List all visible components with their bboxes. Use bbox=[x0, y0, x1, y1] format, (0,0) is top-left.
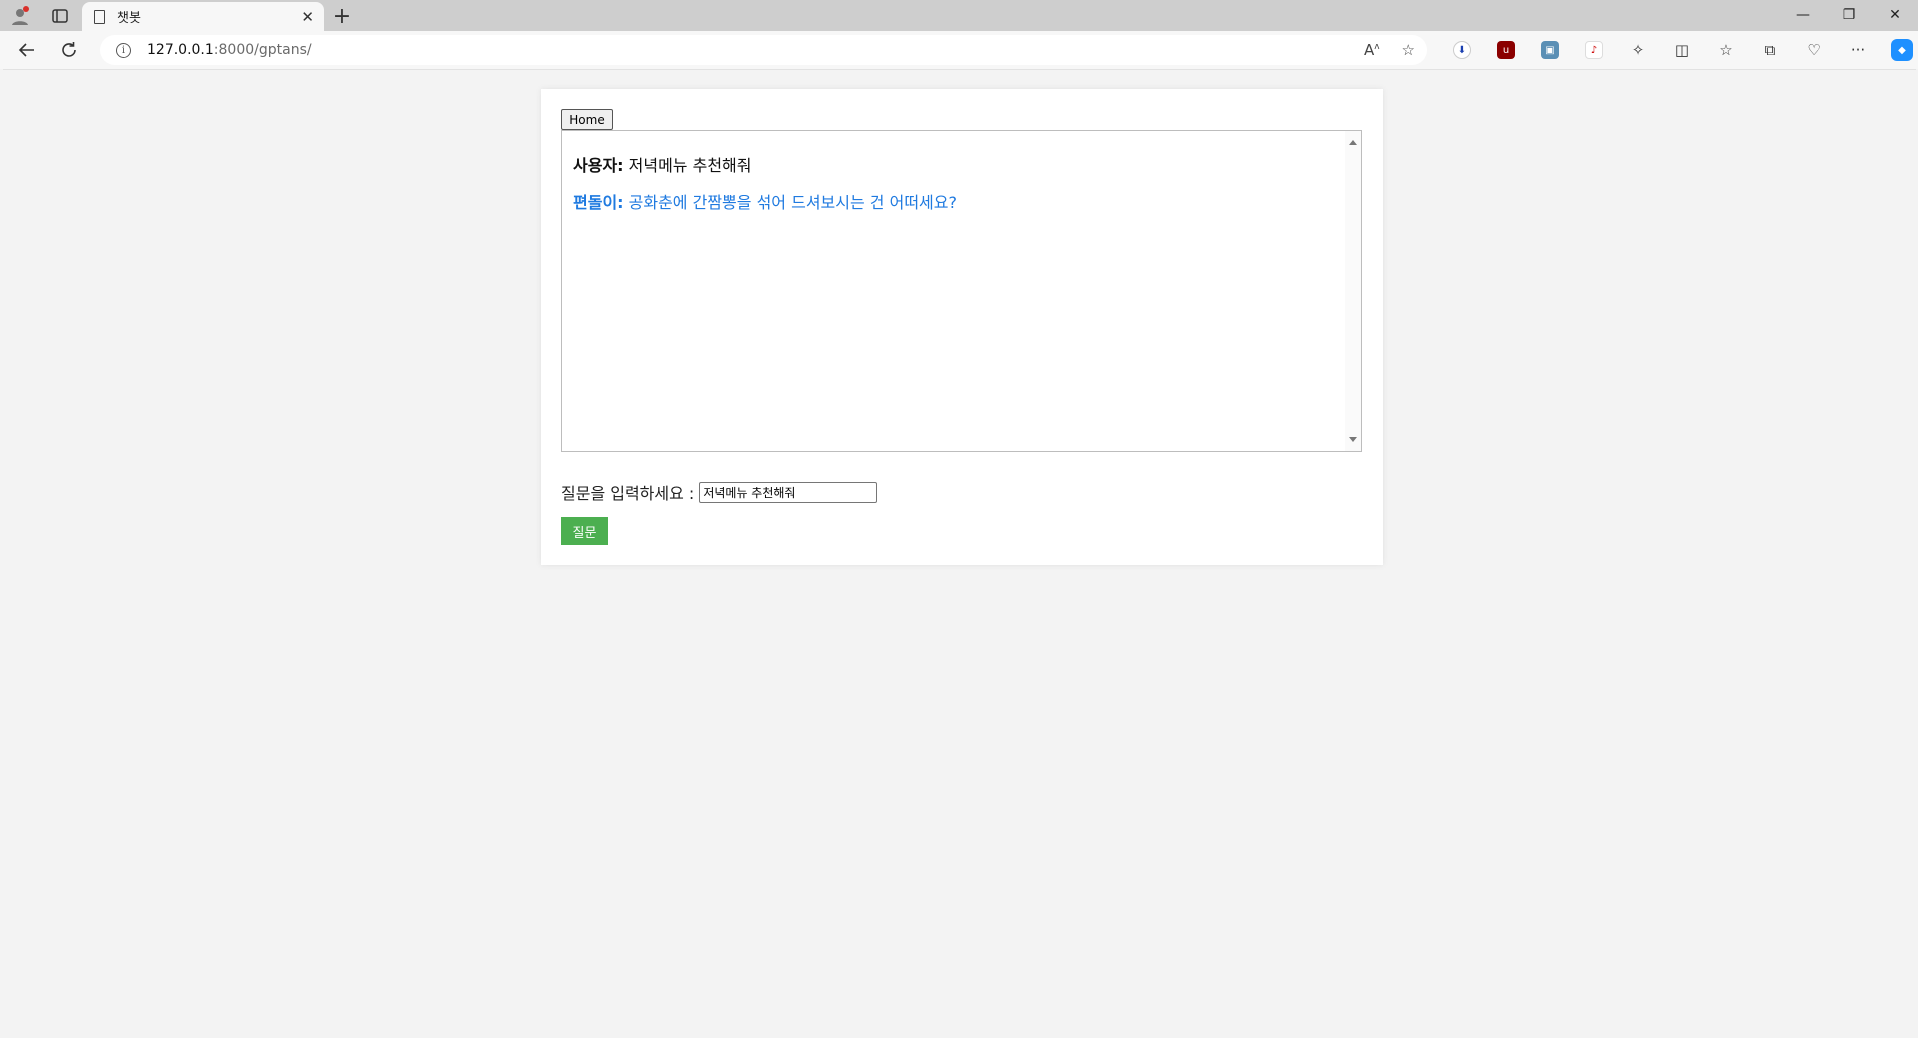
browser-essentials-icon[interactable]: ♡ bbox=[1792, 31, 1836, 69]
message-speaker: 편돌이: bbox=[573, 193, 624, 212]
copilot-icon[interactable]: ◆ bbox=[1880, 31, 1918, 69]
read-aloud-icon[interactable]: Aʌ bbox=[1364, 41, 1380, 59]
bot-message: 편돌이: 공화춘에 간짬뽕을 섞어 드셔보시는 건 어떠세요? bbox=[573, 193, 1341, 213]
settings-more-icon[interactable]: ··· bbox=[1836, 31, 1880, 69]
scroll-down-icon[interactable] bbox=[1349, 437, 1357, 442]
tab-actions-icon[interactable] bbox=[40, 0, 80, 31]
tab-strip: 챗봇 ✕ + — ❐ ✕ bbox=[0, 0, 1918, 31]
new-tab-button[interactable]: + bbox=[324, 2, 360, 31]
address-bar[interactable]: i 127.0.0.1:8000/gptans/ Aʌ ☆ bbox=[100, 35, 1427, 65]
chat-log[interactable]: 사용자: 저녁메뉴 추천해줘편돌이: 공화춘에 간짬뽕을 섞어 드셔보시는 건 … bbox=[561, 130, 1362, 452]
message-speaker: 사용자: bbox=[573, 156, 624, 175]
browser-toolbar: i 127.0.0.1:8000/gptans/ Aʌ ☆ ⬇ u ▣ ♪ ✧ … bbox=[0, 31, 1918, 69]
reload-icon[interactable] bbox=[48, 31, 90, 69]
site-info-icon[interactable]: i bbox=[116, 42, 131, 58]
message-text: 저녁메뉴 추천해줘 bbox=[623, 156, 752, 175]
ask-button[interactable]: 질문 bbox=[561, 517, 608, 545]
extensions-puzzle-icon[interactable]: ✧ bbox=[1616, 31, 1660, 69]
question-input[interactable] bbox=[699, 481, 878, 503]
tab-title: 챗봇 bbox=[117, 11, 141, 26]
user-message: 사용자: 저녁메뉴 추천해줘 bbox=[573, 156, 1341, 176]
page-viewport: Home 사용자: 저녁메뉴 추천해줘편돌이: 공화춘에 간짬뽕을 섞어 드셔보… bbox=[3, 69, 1916, 1035]
question-row: 질문을 입력하세요 : bbox=[561, 480, 878, 504]
favorites-icon[interactable]: ☆ bbox=[1704, 31, 1748, 69]
chat-scrollbar[interactable] bbox=[1345, 131, 1361, 451]
extensions-bar: ⬇ u ▣ ♪ ✧ ◫ ☆ ⧉ ♡ ··· ◆ bbox=[1440, 31, 1918, 69]
profile-avatar-icon[interactable] bbox=[0, 0, 40, 31]
question-label: 질문을 입력하세요 : bbox=[561, 484, 695, 503]
window-close-icon[interactable]: ✕ bbox=[1872, 0, 1918, 29]
message-list: 사용자: 저녁메뉴 추천해줘편돌이: 공화춘에 간짬뽕을 섞어 드셔보시는 건 … bbox=[573, 156, 1341, 230]
collections-icon[interactable]: ⧉ bbox=[1748, 31, 1792, 69]
restore-icon[interactable]: ❐ bbox=[1826, 0, 1872, 29]
scroll-up-icon[interactable] bbox=[1349, 140, 1357, 145]
url-text: 127.0.0.1:8000/gptans/ bbox=[147, 42, 312, 58]
split-screen-icon[interactable]: ◫ bbox=[1660, 31, 1704, 69]
minimize-icon[interactable]: — bbox=[1780, 0, 1826, 29]
ublock-icon[interactable]: u bbox=[1484, 31, 1528, 69]
chat-container: Home 사용자: 저녁메뉴 추천해줘편돌이: 공화춘에 간짬뽕을 섞어 드셔보… bbox=[541, 89, 1383, 565]
favorite-star-icon[interactable]: ☆ bbox=[1402, 41, 1415, 59]
download-extension-icon[interactable]: ⬇ bbox=[1440, 31, 1484, 69]
translate-extension-icon[interactable]: ▣ bbox=[1528, 31, 1572, 69]
back-icon[interactable] bbox=[6, 31, 48, 69]
pdf-extension-icon[interactable]: ♪ bbox=[1572, 31, 1616, 69]
home-button[interactable]: Home bbox=[561, 109, 613, 130]
tab-close-icon[interactable]: ✕ bbox=[301, 8, 314, 26]
message-text: 공화춘에 간짬뽕을 섞어 드셔보시는 건 어떠세요? bbox=[623, 193, 957, 212]
page-icon bbox=[94, 9, 105, 24]
tab-chatbot[interactable]: 챗봇 ✕ bbox=[82, 2, 324, 31]
window-controls: — ❐ ✕ bbox=[1780, 0, 1918, 29]
